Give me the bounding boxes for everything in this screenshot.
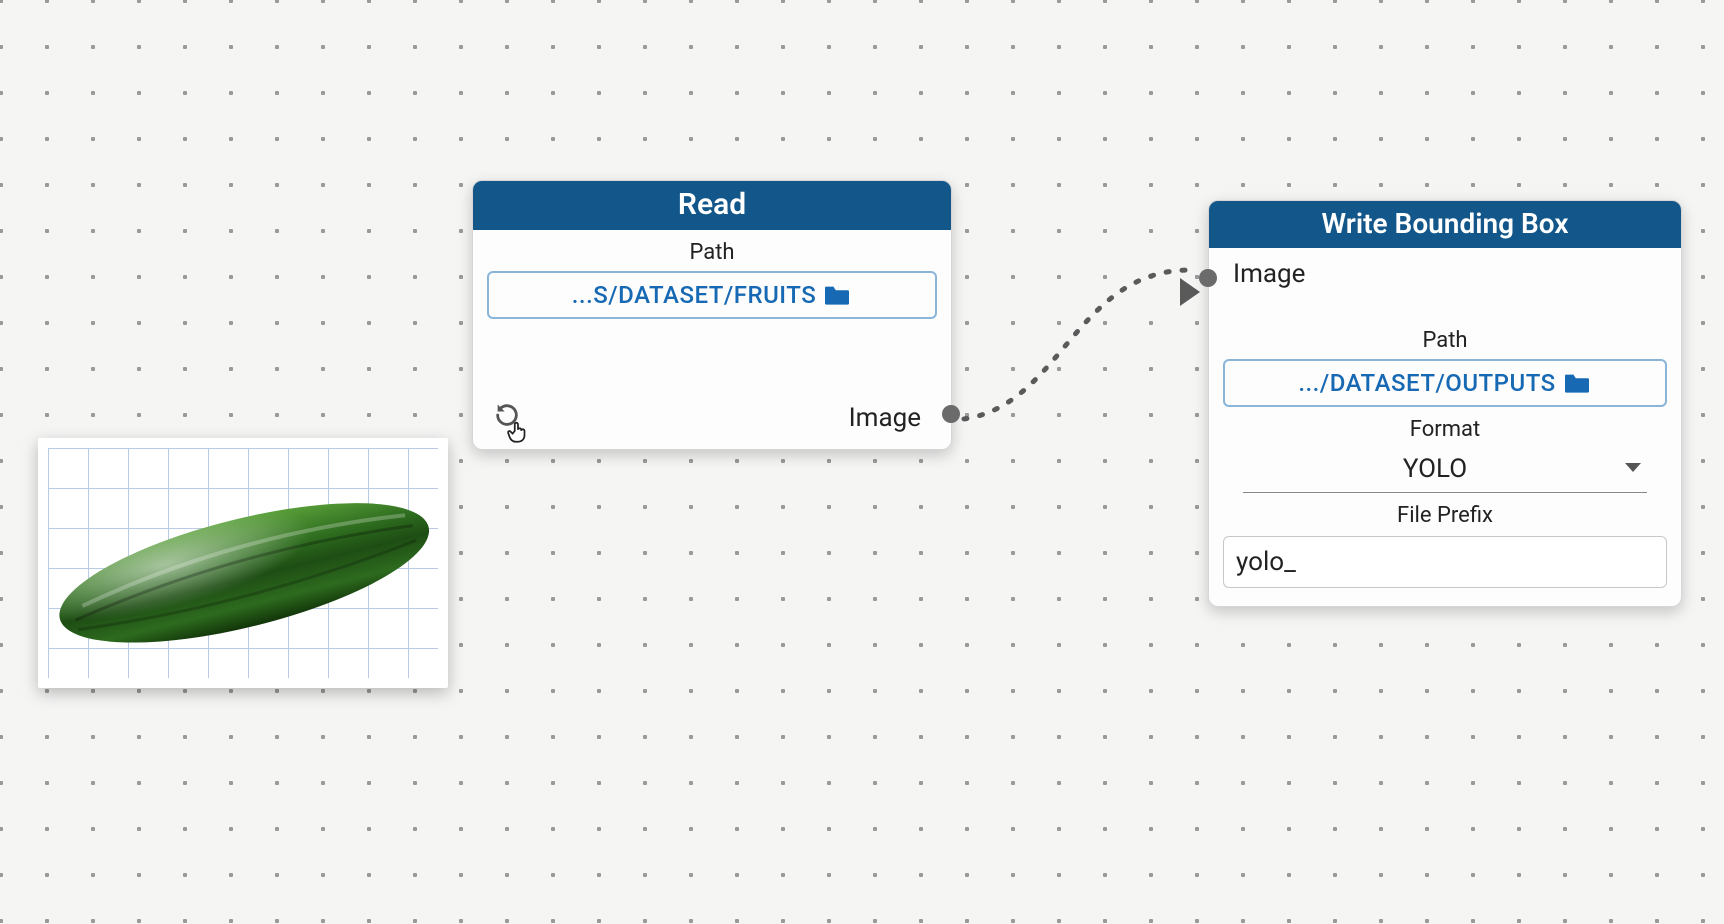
image-preview[interactable] [38, 438, 448, 688]
write-input-port[interactable] [1199, 269, 1217, 287]
write-prefix-label: File Prefix [1209, 503, 1681, 528]
write-format-select[interactable]: YOLO [1243, 448, 1647, 493]
node-write-title: Write Bounding Box [1209, 201, 1681, 248]
folder-icon[interactable] [822, 283, 852, 307]
write-path-field[interactable]: .../DATASET/OUTPUTS [1223, 359, 1667, 407]
write-path-label: Path [1209, 328, 1681, 353]
write-format-value: YOLO [1247, 454, 1623, 484]
write-prefix-value: yolo_ [1236, 547, 1296, 577]
read-output-port[interactable] [942, 405, 960, 423]
node-read[interactable]: Read Path ...S/DATASET/FRUITS Image [472, 180, 952, 450]
read-path-field[interactable]: ...S/DATASET/FRUITS [487, 271, 937, 319]
read-path-label: Path [473, 240, 951, 265]
preview-cucumber-icon [38, 438, 448, 688]
chevron-down-icon [1623, 460, 1643, 479]
node-write-bounding-box[interactable]: Write Bounding Box Image Path .../DATASE… [1208, 200, 1682, 607]
node-read-title: Read [473, 181, 951, 230]
write-path-value: .../DATASET/OUTPUTS [1298, 369, 1555, 397]
read-output-port-label: Image [849, 403, 921, 433]
write-prefix-input[interactable]: yolo_ [1223, 536, 1667, 588]
refresh-icon[interactable] [493, 401, 521, 429]
connector-arrowhead-icon [1180, 278, 1200, 306]
write-input-port-label: Image [1233, 259, 1305, 289]
folder-icon[interactable] [1562, 371, 1592, 395]
write-format-label: Format [1209, 417, 1681, 442]
read-path-value: ...S/DATASET/FRUITS [572, 281, 816, 309]
